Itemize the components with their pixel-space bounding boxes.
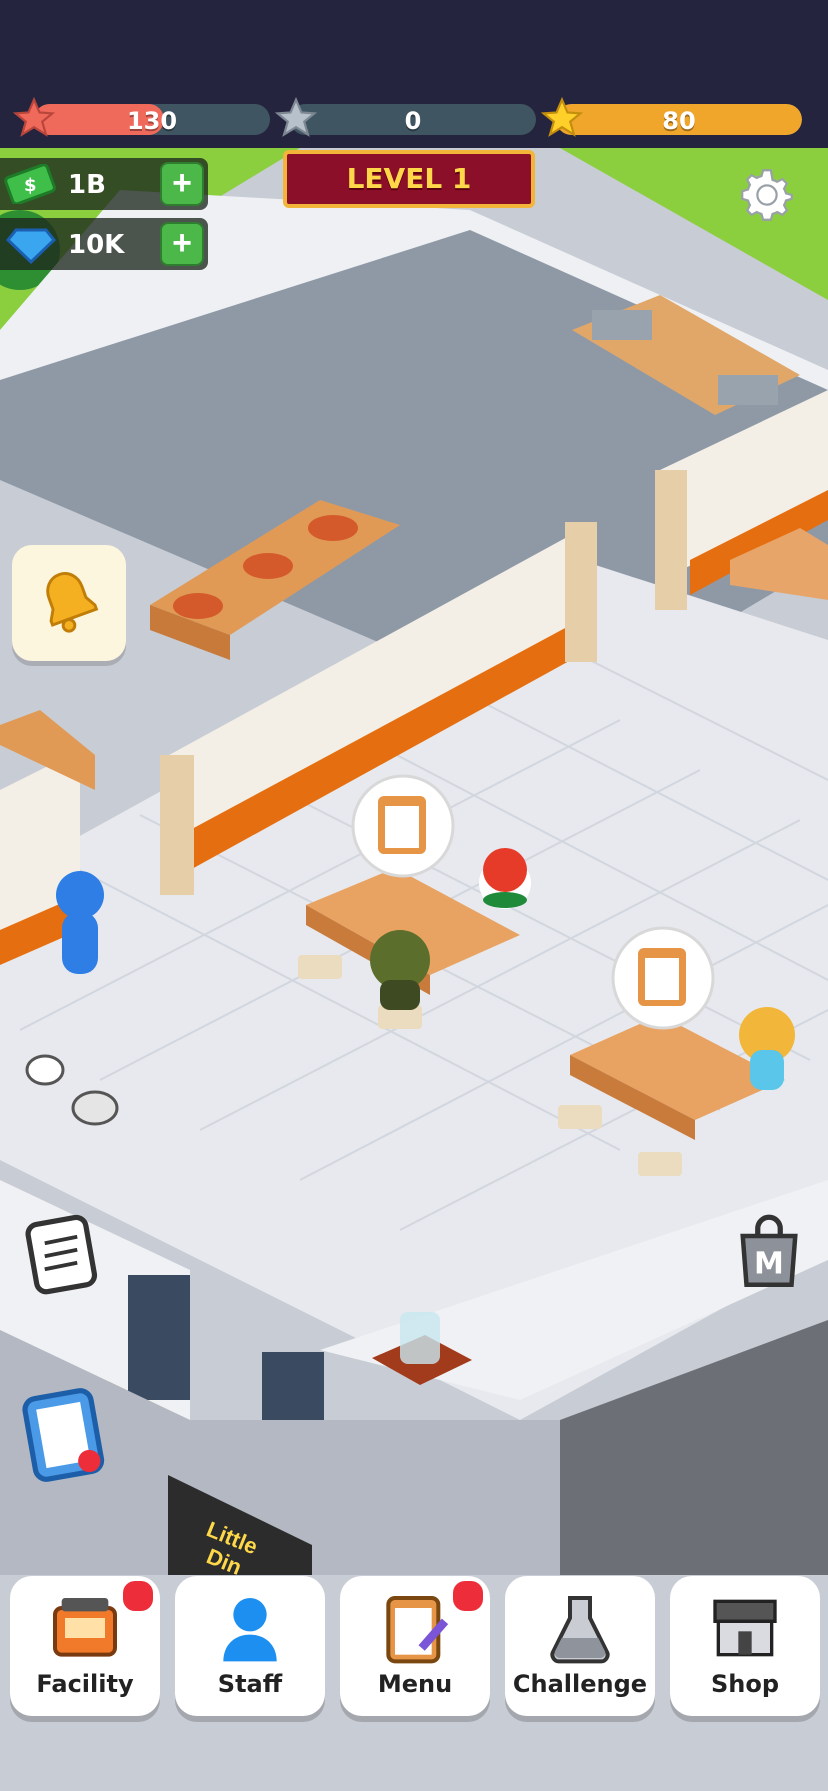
gem-amount: 10K <box>68 230 125 260</box>
nav-staff[interactable]: Staff <box>175 1576 325 1716</box>
nav-challenge-label: Challenge <box>512 1670 648 1698</box>
svg-text:$: $ <box>24 175 37 196</box>
bell-icon <box>46 572 99 633</box>
shopping-bag-icon: M <box>740 1214 798 1287</box>
nav-challenge[interactable]: Challenge <box>505 1576 655 1716</box>
cash-icon: $ <box>4 164 56 204</box>
gem-counter: 10K + <box>0 218 208 270</box>
shop-storefront-icon <box>713 1599 777 1657</box>
nav-menu-label: Menu <box>377 1670 453 1698</box>
music-sheet-button[interactable] <box>22 1210 100 1296</box>
staff-icon <box>223 1598 277 1662</box>
order-bubble-table-1 <box>351 774 455 878</box>
flask-icon <box>550 1596 610 1664</box>
restaurant-scene[interactable]: Little Din <box>0 148 828 1791</box>
silver-star-meter: 0 <box>290 104 536 135</box>
svg-text:M: M <box>754 1247 784 1282</box>
nav-menu[interactable]: Menu <box>340 1576 490 1716</box>
nav-shop[interactable]: Shop <box>670 1576 820 1716</box>
settings-gear-icon[interactable] <box>734 162 800 228</box>
level-banner: LEVEL 1 <box>283 150 535 208</box>
add-cash-button[interactable]: + <box>160 162 204 206</box>
cash-counter: $ 1B + <box>0 158 208 210</box>
checklist-icon <box>22 1388 105 1482</box>
red-star-meter: 130 <box>34 104 270 135</box>
nav-facility-label: Facility <box>36 1670 134 1698</box>
menu-notification-badge <box>450 1578 486 1614</box>
cash-amount: 1B <box>68 170 106 200</box>
bell-button[interactable] <box>12 545 126 661</box>
gold-star-meter-value: 80 <box>662 107 696 135</box>
nav-facility[interactable]: Facility <box>10 1576 160 1716</box>
red-star-meter-value: 130 <box>126 107 178 135</box>
task-list-button[interactable] <box>22 1383 112 1487</box>
nav-shop-label: Shop <box>710 1670 780 1698</box>
menu-clipboard-icon <box>386 1596 449 1664</box>
gold-star-meter: 80 <box>556 104 802 135</box>
order-bubble-table-2 <box>611 926 715 1030</box>
add-gems-button[interactable]: + <box>160 222 204 266</box>
facility-icon <box>53 1598 117 1657</box>
music-note-icon <box>25 1214 98 1295</box>
diamond-icon <box>6 228 56 264</box>
red-star-icon <box>12 96 56 137</box>
gold-star-icon <box>540 96 584 137</box>
silver-star-meter-value: 0 <box>404 107 422 135</box>
facility-notification-badge <box>120 1578 156 1614</box>
blue-staff-character <box>56 871 104 974</box>
silver-star-icon <box>274 96 318 137</box>
level-label: LEVEL 1 <box>346 162 472 195</box>
merch-bag-button[interactable]: M <box>724 1205 814 1297</box>
nav-staff-label: Staff <box>217 1670 283 1698</box>
